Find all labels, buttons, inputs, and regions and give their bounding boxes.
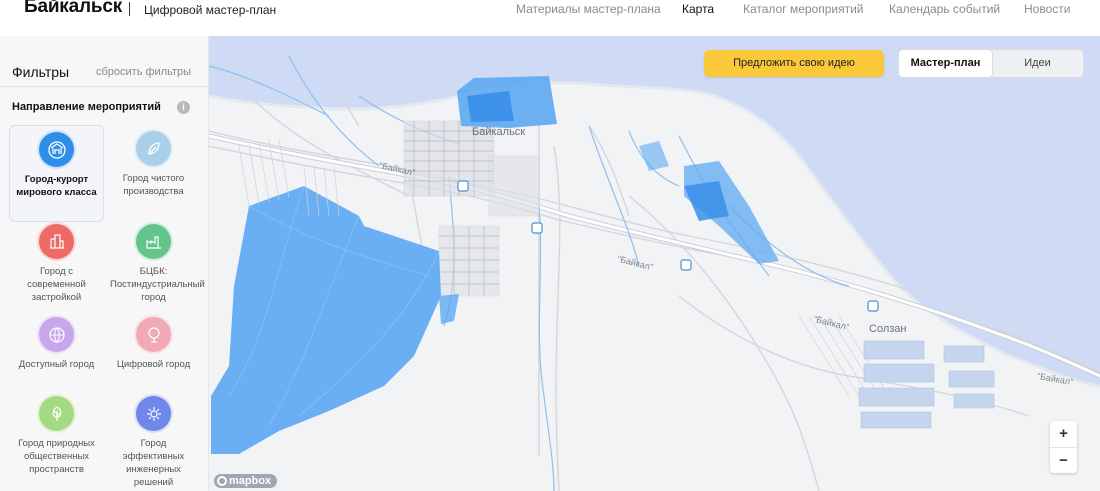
- category-engineering[interactable]: Город эффективных инженерных решений: [106, 396, 201, 489]
- category-label: Город чистого производства: [122, 173, 185, 197]
- sidebar-divider: [0, 86, 208, 87]
- toggle-masterplan[interactable]: Мастер-план: [899, 50, 992, 77]
- filters-sidebar: Фильтры сбросить фильтры Направление мер…: [0, 36, 209, 491]
- zoom-out-button[interactable]: −: [1050, 447, 1077, 473]
- resort-icon: [39, 132, 74, 167]
- mapbox-mark-icon: [217, 476, 227, 486]
- direction-section-title: Направление мероприятий: [12, 101, 161, 113]
- map-base-layer: [209, 36, 1100, 491]
- category-label: Доступный город: [18, 359, 95, 370]
- toggle-ideas[interactable]: Идеи: [992, 50, 1083, 77]
- category-label: Город-курорт мирового класса: [16, 174, 97, 198]
- category-label: БЦБК: Постиндустриальный город: [110, 266, 205, 303]
- category-label: Цифровой город: [116, 359, 191, 370]
- leaf-icon: [136, 131, 171, 166]
- reset-filters-link[interactable]: сбросить фильтры: [96, 66, 191, 78]
- brand-logo-text[interactable]: Байкальск: [24, 0, 122, 18]
- tree-icon: [39, 396, 74, 431]
- category-label: Город эффективных инженерных решений: [122, 438, 185, 488]
- nav-events-catalog[interactable]: Каталог мероприятий: [743, 2, 864, 16]
- nav-events-calendar[interactable]: Календарь событий: [889, 2, 1000, 16]
- digital-icon: [136, 317, 171, 352]
- category-label: Город природных общественных пространств: [18, 438, 95, 475]
- mapbox-logo[interactable]: mapbox: [214, 474, 278, 488]
- propose-idea-button[interactable]: Предложить свою идею: [704, 50, 884, 77]
- category-digital[interactable]: Цифровой город: [106, 317, 201, 371]
- nav-news[interactable]: Новости: [1024, 2, 1070, 16]
- info-icon[interactable]: i: [177, 101, 190, 114]
- brand-divider: [129, 2, 130, 16]
- factory-icon: [136, 224, 171, 259]
- map-canvas[interactable]: Байкальск Солзан “Байкал” “Байкал” “Байк…: [209, 36, 1100, 491]
- zoom-in-button[interactable]: +: [1050, 421, 1077, 447]
- view-toggle: Мастер-план Идеи: [898, 49, 1084, 78]
- category-public-spaces[interactable]: Город природных общественных пространств: [9, 396, 104, 476]
- map-label-baikalsk: Байкальск: [472, 126, 526, 138]
- mapbox-attribution-text: mapbox: [229, 475, 272, 487]
- brand-subtitle: Цифровой мастер-план: [144, 3, 277, 17]
- top-header: Байкальск Цифровой мастер-план Материалы…: [0, 0, 1100, 36]
- map-label-solzan: Солзан: [869, 323, 907, 335]
- zoom-controls: + −: [1050, 421, 1077, 473]
- buildings-icon: [39, 224, 74, 259]
- nav-masterplan-materials[interactable]: Материалы мастер-плана: [516, 2, 661, 16]
- category-label: Город с современной застройкой: [27, 266, 86, 303]
- globe-icon: [39, 317, 74, 352]
- category-modern-buildings[interactable]: Город с современной застройкой: [9, 224, 104, 304]
- filters-title: Фильтры: [12, 64, 70, 80]
- category-accessible[interactable]: Доступный город: [9, 317, 104, 371]
- category-clean-production[interactable]: Город чистого производства: [106, 131, 201, 198]
- gear-icon: [136, 396, 171, 431]
- category-resort[interactable]: Город-курорт мирового класса: [9, 125, 104, 222]
- category-postindustrial[interactable]: БЦБК: Постиндустриальный город: [106, 224, 205, 304]
- nav-map[interactable]: Карта: [682, 2, 714, 16]
